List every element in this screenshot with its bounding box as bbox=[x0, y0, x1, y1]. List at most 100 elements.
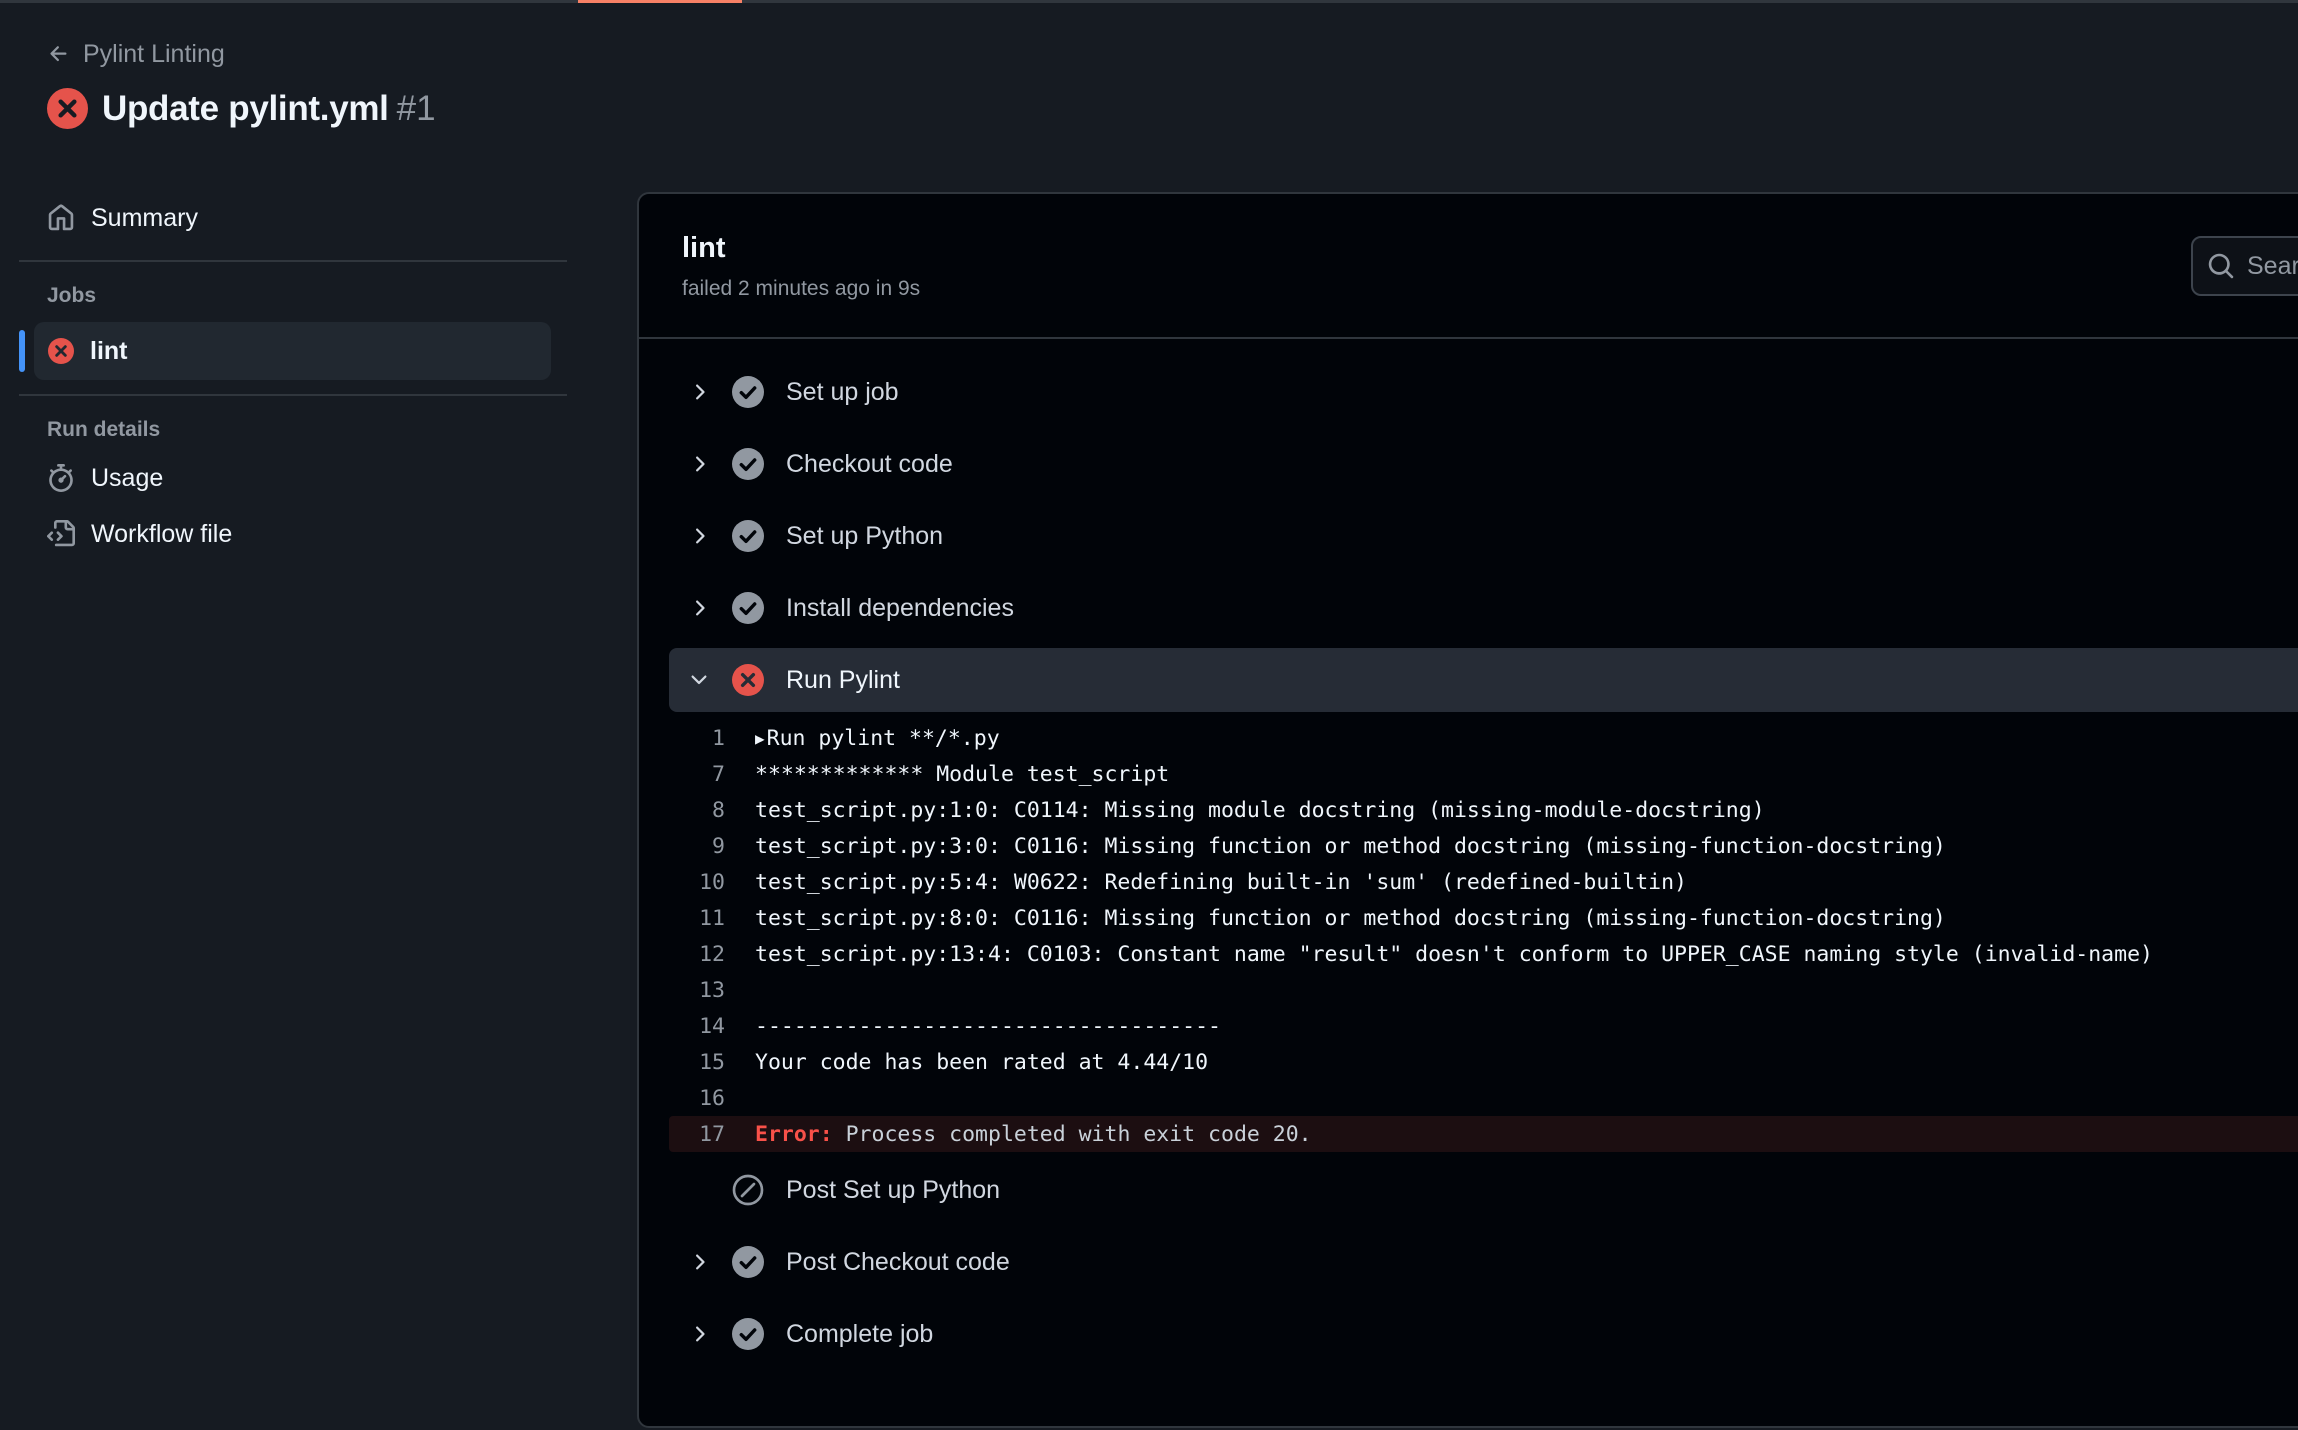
line-number[interactable]: 13 bbox=[669, 978, 755, 1003]
step-label: Post Set up Python bbox=[786, 1175, 1001, 1204]
log-line: 16 bbox=[669, 1080, 2298, 1116]
line-number[interactable]: 10 bbox=[669, 870, 755, 895]
log-line: 7 ************* Module test_script bbox=[669, 756, 2298, 792]
chevron-right-icon[interactable] bbox=[679, 372, 719, 412]
log-line: 14 ------------------------------------ bbox=[669, 1008, 2298, 1044]
job-status: failed 2 minutes ago in 9s bbox=[682, 277, 921, 300]
job-title: lint bbox=[682, 232, 726, 264]
log-output: 1 ▶ Run pylint **/*.py 7 ************* Modul… bbox=[669, 720, 2298, 1152]
step-row[interactable]: Run Pylint bbox=[669, 648, 2298, 712]
back-link-label: Pylint Linting bbox=[83, 39, 225, 68]
log-text: test_script.py:1:0: C0114: Missing modul… bbox=[755, 797, 1765, 823]
line-number[interactable]: 16 bbox=[669, 1086, 755, 1111]
log-text: test_script.py:13:4: C0103: Constant nam… bbox=[755, 941, 2153, 967]
log-text: test_script.py:3:0: C0116: Missing funct… bbox=[755, 833, 1946, 859]
top-border bbox=[0, 0, 2298, 3]
home-icon bbox=[48, 204, 74, 231]
log-line: 12 test_script.py:13:4: C0103: Constant n… bbox=[669, 936, 2298, 972]
log-line: 11 test_script.py:8:0: C0116: Missing fun… bbox=[669, 900, 2298, 936]
step-row[interactable]: Post Checkout code bbox=[669, 1230, 2298, 1294]
chevron-right-icon[interactable] bbox=[679, 1242, 719, 1282]
step-row[interactable]: Checkout code bbox=[669, 432, 2298, 496]
log-text: Process completed with exit code 20. bbox=[832, 1121, 1312, 1147]
chevron-right-icon[interactable] bbox=[679, 516, 719, 556]
step-label: Complete job bbox=[786, 1319, 934, 1348]
line-number[interactable]: 15 bbox=[669, 1050, 755, 1075]
check-circle-icon bbox=[732, 448, 764, 480]
step-label: Post Checkout code bbox=[786, 1247, 1010, 1276]
log-text: ************* Module test_script bbox=[755, 761, 1170, 787]
chevron-down-icon[interactable] bbox=[679, 660, 719, 700]
line-number[interactable]: 7 bbox=[669, 762, 755, 787]
divider bbox=[19, 394, 567, 396]
sidebar-item-summary[interactable]: Summary bbox=[19, 190, 567, 246]
stopwatch-icon bbox=[49, 464, 73, 492]
file-code-icon bbox=[47, 520, 75, 547]
log-text: Run pylint **/*.py bbox=[766, 725, 1000, 751]
sidebar-item-usage[interactable]: Usage bbox=[19, 450, 567, 506]
log-text: ------------------------------------ bbox=[755, 1013, 1221, 1039]
step-row[interactable]: Set up Python bbox=[669, 504, 2298, 568]
step-label: Install dependencies bbox=[786, 593, 1014, 622]
sidebar-item-workflow-file[interactable]: Workflow file bbox=[19, 506, 567, 562]
run-details-heading: Run details bbox=[47, 418, 161, 441]
line-number[interactable]: 17 bbox=[669, 1122, 755, 1147]
step-label: Set up job bbox=[786, 377, 899, 406]
check-circle-icon bbox=[732, 1318, 764, 1350]
log-line: 17 Error: Process completed with exit cod… bbox=[669, 1116, 2298, 1152]
log-line[interactable]: 1 ▶ Run pylint **/*.py bbox=[669, 720, 2298, 756]
sidebar-item-lint[interactable]: lint bbox=[19, 322, 551, 380]
step-row[interactable]: Complete job bbox=[669, 1302, 2298, 1366]
step-row[interactable]: Install dependencies bbox=[669, 576, 2298, 640]
failure-icon bbox=[47, 88, 88, 129]
log-text: Your code has been rated at 4.44/10 bbox=[755, 1049, 1209, 1075]
line-number[interactable]: 9 bbox=[669, 834, 755, 859]
search-logs-input[interactable] bbox=[2247, 251, 2298, 281]
top-accent bbox=[578, 0, 742, 3]
triangle-right-icon[interactable]: ▶ bbox=[755, 729, 765, 748]
step-row[interactable]: Set up job bbox=[669, 360, 2298, 424]
jobs-heading: Jobs bbox=[47, 284, 97, 307]
step-label: Set up Python bbox=[786, 521, 944, 550]
page-title: Update pylint.yml #1 bbox=[102, 89, 436, 129]
step-label: Checkout code bbox=[786, 449, 953, 478]
log-text: test_script.py:5:4: W0622: Redefining bu… bbox=[755, 869, 1687, 895]
step-row[interactable]: Post Set up Python bbox=[669, 1158, 2298, 1222]
check-circle-icon bbox=[732, 376, 764, 408]
back-link[interactable]: Pylint Linting bbox=[47, 36, 436, 72]
sidebar-item-label: lint bbox=[90, 336, 128, 365]
log-line: 9 test_script.py:3:0: C0116: Missing func… bbox=[669, 828, 2298, 864]
divider bbox=[19, 260, 567, 262]
search-logs-field[interactable] bbox=[2191, 236, 2298, 296]
line-number[interactable]: 14 bbox=[669, 1014, 755, 1039]
check-circle-icon bbox=[732, 1246, 764, 1278]
error-label: Error: bbox=[755, 1121, 833, 1147]
line-number[interactable]: 8 bbox=[669, 798, 755, 823]
line-number[interactable]: 12 bbox=[669, 942, 755, 967]
arrow-left-icon bbox=[50, 46, 67, 62]
search-icon bbox=[2208, 253, 2234, 279]
step-label: Run Pylint bbox=[786, 665, 900, 694]
line-number[interactable]: 11 bbox=[669, 906, 755, 931]
skipped-icon bbox=[732, 1174, 764, 1206]
failure-icon bbox=[48, 338, 74, 364]
chevron-right-icon[interactable] bbox=[679, 588, 719, 628]
check-circle-icon bbox=[732, 592, 764, 624]
failure-icon bbox=[732, 664, 764, 696]
chevron-right-icon[interactable] bbox=[679, 1314, 719, 1354]
line-number[interactable]: 1 bbox=[669, 726, 755, 751]
job-panel-header: lint failed 2 minutes ago in 9s bbox=[639, 194, 2298, 339]
log-line: 10 test_script.py:5:4: W0622: Redefining … bbox=[669, 864, 2298, 900]
selected-indicator bbox=[19, 330, 25, 372]
sidebar-item-label: Workflow file bbox=[91, 519, 233, 548]
sidebar-item-label: Usage bbox=[91, 463, 164, 492]
run-title: Update pylint.yml bbox=[102, 88, 389, 128]
job-panel: lint failed 2 minutes ago in 9s Set up j… bbox=[637, 192, 2298, 1428]
check-circle-icon bbox=[732, 520, 764, 552]
title-row: Update pylint.yml #1 bbox=[47, 88, 436, 129]
sidebar-item-label: Summary bbox=[91, 203, 198, 232]
steps-list: Set up job Checkout code Set up Python Inst… bbox=[669, 360, 2298, 1374]
sidebar: Summary Jobs lint Run details Usage Work… bbox=[19, 190, 567, 562]
chevron-right-icon[interactable] bbox=[679, 444, 719, 484]
log-line: 15 Your code has been rated at 4.44/10 bbox=[669, 1044, 2298, 1080]
